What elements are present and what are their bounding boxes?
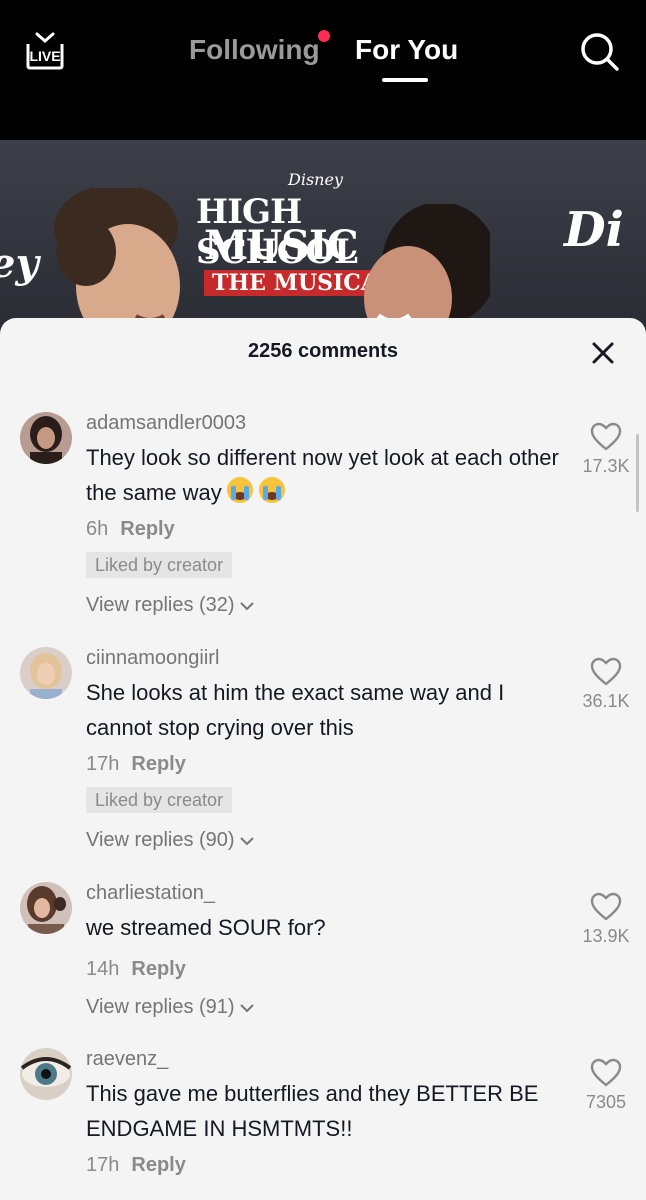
like-count: 7305 — [585, 1092, 627, 1112]
like-count: 13.9K — [582, 926, 630, 946]
chevron-down-icon — [239, 837, 254, 846]
disney-logo-left: ey — [0, 240, 39, 287]
crying-face-emoji-icon — [226, 477, 253, 503]
disney-small-logo: Disney — [288, 170, 343, 189]
reply-button[interactable]: Reply — [131, 753, 185, 775]
view-replies-button[interactable]: View replies (91) — [86, 996, 255, 1019]
tab-following[interactable]: Following — [189, 34, 320, 66]
comment-time: 14h — [86, 958, 120, 980]
reply-button[interactable]: Reply — [120, 518, 174, 540]
liked-by-creator-badge: Liked by creator — [86, 787, 233, 813]
view-replies-label: View replies (32) — [86, 594, 235, 616]
disney-logo-right: Di — [564, 202, 624, 258]
top-navigation-bar: LIVE Following For You — [0, 0, 646, 140]
chevron-down-icon — [239, 602, 254, 611]
comment-username[interactable]: adamsandler0003 — [86, 412, 246, 435]
comment-time: 6h — [86, 518, 109, 540]
live-button[interactable]: LIVE — [22, 30, 68, 74]
comment-time: 17h — [86, 753, 120, 775]
comment-text: She looks at him the exact same way and … — [86, 680, 505, 740]
like-count: 17.3K — [582, 456, 630, 476]
search-button[interactable] — [578, 30, 622, 74]
comments-panel: 2256 comments adamsandler0003 They look … — [0, 318, 646, 1200]
chevron-down-icon — [239, 1004, 254, 1013]
comment-meta: 17h Reply — [86, 1154, 186, 1177]
active-tab-indicator — [382, 78, 428, 82]
avatar[interactable] — [20, 1048, 72, 1100]
tab-for-you[interactable]: For You — [355, 34, 458, 66]
comment-meta: 6h Reply — [86, 518, 175, 541]
comment-username[interactable]: raevenz_ — [86, 1048, 168, 1071]
comment-username[interactable]: charliestation_ — [86, 882, 215, 905]
comment-text: we streamed SOUR for? — [86, 915, 326, 940]
liked-by-creator-badge: Liked by creator — [86, 552, 233, 578]
reply-button[interactable]: Reply — [131, 958, 185, 980]
close-button[interactable] — [588, 338, 618, 368]
comment-text: They look so different now yet look at e… — [86, 440, 566, 510]
comment-text: This gave me butterflies and they BETTER… — [86, 1081, 539, 1141]
avatar[interactable] — [20, 412, 72, 464]
live-label: LIVE — [29, 48, 60, 64]
view-replies-button[interactable]: View replies (32) — [86, 594, 255, 617]
comment-meta: 14h Reply — [86, 958, 186, 981]
comment-time: 17h — [86, 1154, 120, 1176]
heart-outline-icon[interactable] — [590, 892, 622, 922]
comment-username[interactable]: ciinnamoongiirl — [86, 647, 219, 670]
view-replies-label: View replies (91) — [86, 996, 235, 1018]
heart-outline-icon[interactable] — [590, 1058, 622, 1088]
like-count: 36.1K — [582, 691, 630, 711]
comment-text-body: They look so different now yet look at e… — [86, 445, 559, 505]
view-replies-button[interactable]: View replies (90) — [86, 829, 255, 852]
video-player[interactable]: ey Disney HIGH SCHOOL MUSIC THE MUSICAL … — [0, 140, 646, 340]
live-tv-icon: LIVE — [26, 32, 64, 70]
avatar[interactable] — [20, 882, 72, 934]
view-replies-label: View replies (90) — [86, 829, 235, 851]
notification-dot — [318, 30, 330, 42]
heart-outline-icon[interactable] — [590, 657, 622, 687]
reply-button[interactable]: Reply — [131, 1154, 185, 1176]
comment-meta: 17h Reply — [86, 753, 186, 776]
comments-count-title: 2256 comments — [247, 340, 399, 362]
crying-face-emoji-icon — [258, 477, 285, 503]
logo-line-2: MUSIC — [204, 222, 359, 269]
avatar[interactable] — [20, 647, 72, 699]
close-icon — [592, 342, 614, 364]
heart-outline-icon[interactable] — [590, 422, 622, 452]
search-icon — [581, 33, 619, 71]
